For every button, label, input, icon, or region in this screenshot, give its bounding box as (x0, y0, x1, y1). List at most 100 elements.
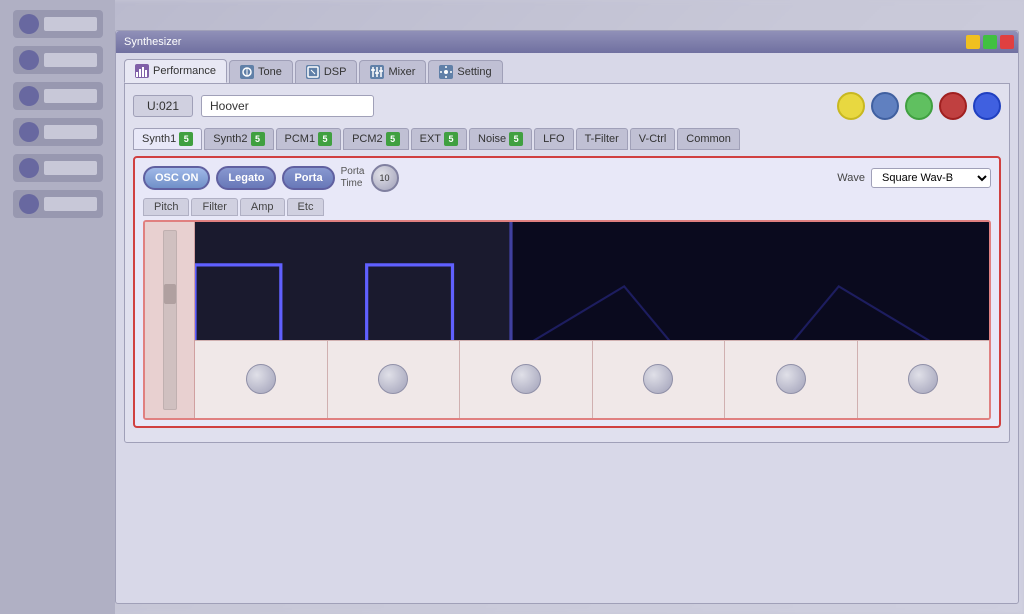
blue-button[interactable] (871, 92, 899, 120)
sidebar-dot-6 (19, 194, 39, 214)
viz-cell-3[interactable] (460, 340, 593, 418)
subtab-noise-badge: 5 (509, 132, 523, 146)
viz-cell-5[interactable] (725, 340, 858, 418)
main-window: Synthesizer Performance Tone DSP (115, 30, 1019, 604)
porta-button[interactable]: Porta (282, 166, 334, 190)
subtab-ext-badge: 5 (444, 132, 458, 146)
viz-cell-1[interactable] (195, 340, 328, 418)
subtab-ext[interactable]: EXT 5 (411, 128, 467, 150)
sidebar-item-3[interactable] (13, 82, 103, 110)
subtab-common[interactable]: Common (677, 128, 740, 150)
minimize-button[interactable] (966, 35, 980, 49)
knob-6[interactable] (908, 364, 938, 394)
sidebar-dot-5 (19, 158, 39, 178)
viz-cell-2[interactable] (328, 340, 461, 418)
preset-row: U:021 (133, 92, 1001, 120)
subtab-vctrl[interactable]: V-Ctrl (630, 128, 676, 150)
subtab-synth1-badge: 5 (179, 132, 193, 146)
knob-1[interactable] (246, 364, 276, 394)
inner-tabs: Pitch Filter Amp Etc (143, 198, 991, 216)
subtab-pcm2[interactable]: PCM2 5 (343, 128, 409, 150)
viz-waveform (195, 222, 989, 340)
tab-setting[interactable]: Setting (428, 60, 502, 83)
preset-name-input[interactable] (201, 95, 374, 117)
title-bar-controls (966, 35, 1014, 49)
yellow-button[interactable] (837, 92, 865, 120)
osc-on-button[interactable]: OSC ON (143, 166, 210, 190)
wave-label: Wave (837, 172, 865, 184)
sidebar-label-6 (44, 197, 97, 211)
tab-tone-label: Tone (258, 66, 282, 78)
sidebar-label-3 (44, 89, 97, 103)
sidebar (0, 0, 115, 614)
tab-dsp-label: DSP (324, 66, 347, 78)
legato-button[interactable]: Legato (216, 166, 276, 190)
subtab-lfo-label: LFO (543, 133, 564, 145)
sidebar-item-1[interactable] (13, 10, 103, 38)
tone-tab-icon (240, 65, 254, 79)
viz-area (143, 220, 991, 420)
preset-id: U:021 (133, 95, 193, 117)
right-controls (837, 92, 1001, 120)
tab-mixer[interactable]: Mixer (359, 60, 426, 83)
subtab-tfilter-label: T-Filter (585, 133, 619, 145)
porta-label: PortaTime (341, 166, 365, 190)
sidebar-label-2 (44, 53, 97, 67)
viz-cell-4[interactable] (593, 340, 726, 418)
subtab-synth1[interactable]: Synth1 5 (133, 128, 202, 150)
tab-performance-label: Performance (153, 65, 216, 77)
subtab-noise[interactable]: Noise 5 (469, 128, 532, 150)
viz-cell-6[interactable] (858, 340, 990, 418)
subtab-pcm2-badge: 5 (386, 132, 400, 146)
viz-slider[interactable] (163, 230, 177, 410)
porta-time-group: PortaTime (341, 166, 365, 190)
subtab-noise-label: Noise (478, 133, 506, 145)
subtab-pcm1-label: PCM1 (285, 133, 316, 145)
subtab-synth2[interactable]: Synth2 5 (204, 128, 273, 150)
sidebar-item-4[interactable] (13, 118, 103, 146)
wave-select[interactable]: Square Wav-B Sine Sawtooth Triangle Squa… (871, 168, 991, 188)
maximize-button[interactable] (983, 35, 997, 49)
inner-tab-filter[interactable]: Filter (191, 198, 237, 216)
tab-dsp[interactable]: DSP (295, 60, 358, 83)
sidebar-dot-3 (19, 86, 39, 106)
subtab-pcm1-badge: 5 (318, 132, 332, 146)
knob-5[interactable] (776, 364, 806, 394)
subtab-vctrl-label: V-Ctrl (639, 133, 667, 145)
subtab-pcm1[interactable]: PCM1 5 (276, 128, 342, 150)
sidebar-item-6[interactable] (13, 190, 103, 218)
viz-bottom (195, 340, 989, 418)
sidebar-label-4 (44, 125, 97, 139)
performance-tab-icon (135, 64, 149, 78)
knob-2[interactable] (378, 364, 408, 394)
sidebar-label-5 (44, 161, 97, 175)
sidebar-item-5[interactable] (13, 154, 103, 182)
darkblue-button[interactable] (973, 92, 1001, 120)
red-button[interactable] (939, 92, 967, 120)
subtab-common-label: Common (686, 133, 731, 145)
subtab-synth2-label: Synth2 (213, 133, 247, 145)
subtab-lfo[interactable]: LFO (534, 128, 573, 150)
sidebar-item-2[interactable] (13, 46, 103, 74)
green-button[interactable] (905, 92, 933, 120)
sidebar-dot-2 (19, 50, 39, 70)
tab-performance[interactable]: Performance (124, 59, 227, 83)
inner-tab-amp[interactable]: Amp (240, 198, 285, 216)
tab-bar: Performance Tone DSP Mixer Setting (116, 53, 1018, 83)
content-area: U:021 Synth1 5 Synth2 5 PCM1 5 (124, 83, 1010, 443)
inner-tab-etc[interactable]: Etc (287, 198, 325, 216)
tab-tone[interactable]: Tone (229, 60, 293, 83)
close-button[interactable] (1000, 35, 1014, 49)
subtab-tfilter[interactable]: T-Filter (576, 128, 628, 150)
sidebar-dot-4 (19, 122, 39, 142)
title-bar: Synthesizer (116, 31, 1018, 53)
viz-sidebar (145, 222, 195, 418)
viz-main (195, 222, 989, 418)
waveform-svg (195, 222, 989, 340)
viz-slider-thumb (164, 284, 176, 304)
inner-tab-pitch[interactable]: Pitch (143, 198, 189, 216)
porta-time-knob[interactable]: 10 (371, 164, 399, 192)
knob-4[interactable] (643, 364, 673, 394)
knob-3[interactable] (511, 364, 541, 394)
title-bar-text: Synthesizer (124, 36, 181, 48)
